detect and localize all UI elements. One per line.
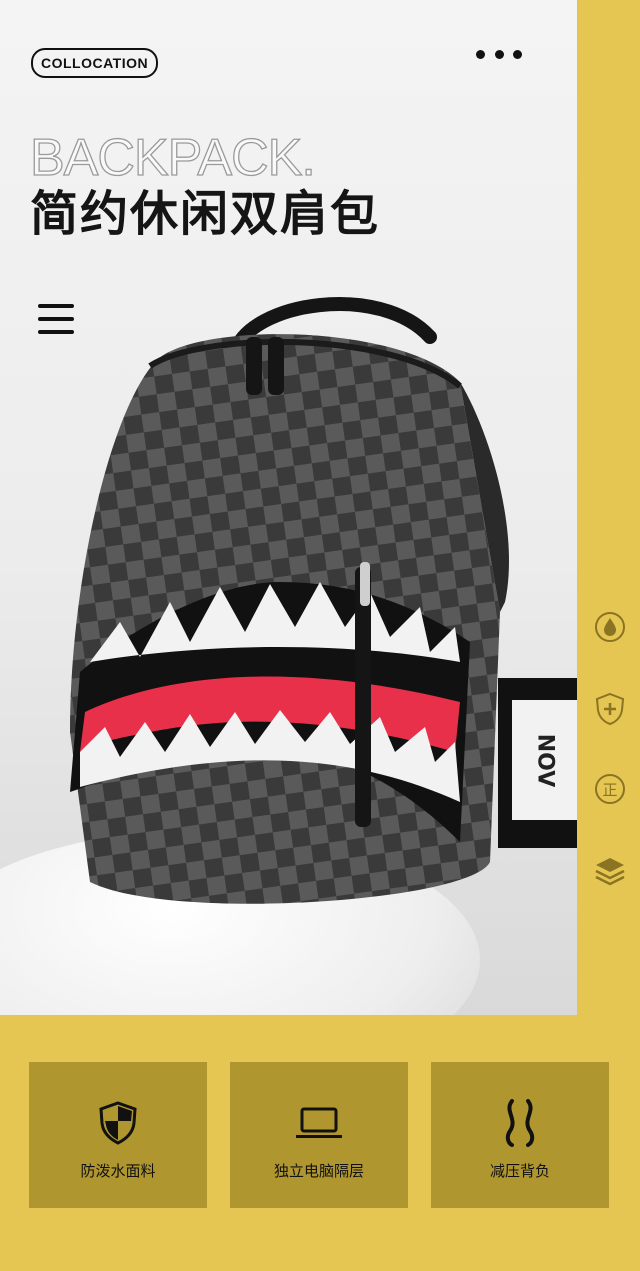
headline-english: BACKPACK.	[29, 128, 316, 187]
feature-card-back-support[interactable]: 减压背负	[431, 1062, 609, 1208]
prop-card-text: NOV	[532, 733, 557, 787]
layers-icon[interactable]	[593, 854, 627, 888]
feature-card-waterproof[interactable]: 防泼水面料	[29, 1062, 207, 1208]
shield-icon	[29, 1100, 207, 1146]
laptop-icon	[230, 1100, 408, 1146]
genuine-seal-icon[interactable]: 正	[593, 772, 627, 806]
product-photo: NOV COLLOCATION BACKPACK. 简约休闲双肩包	[0, 0, 577, 1015]
shield-plus-icon[interactable]	[593, 692, 627, 726]
water-drop-icon[interactable]	[593, 610, 627, 644]
feature-label: 独立电脑隔层	[273, 1162, 364, 1180]
hamburger-menu-icon[interactable]	[38, 304, 74, 334]
headline-chinese: 简约休闲双肩包	[30, 186, 381, 242]
collocation-badge[interactable]: COLLOCATION	[31, 48, 159, 78]
feature-label: 防泼水面料	[80, 1162, 156, 1180]
feature-label: 减压背负	[489, 1162, 550, 1180]
back-curve-icon	[431, 1099, 609, 1147]
feature-card-laptop[interactable]: 独立电脑隔层	[230, 1062, 408, 1208]
more-dots-icon[interactable]	[476, 46, 522, 62]
seal-text: 正	[602, 781, 617, 799]
backpack-image	[70, 297, 509, 904]
